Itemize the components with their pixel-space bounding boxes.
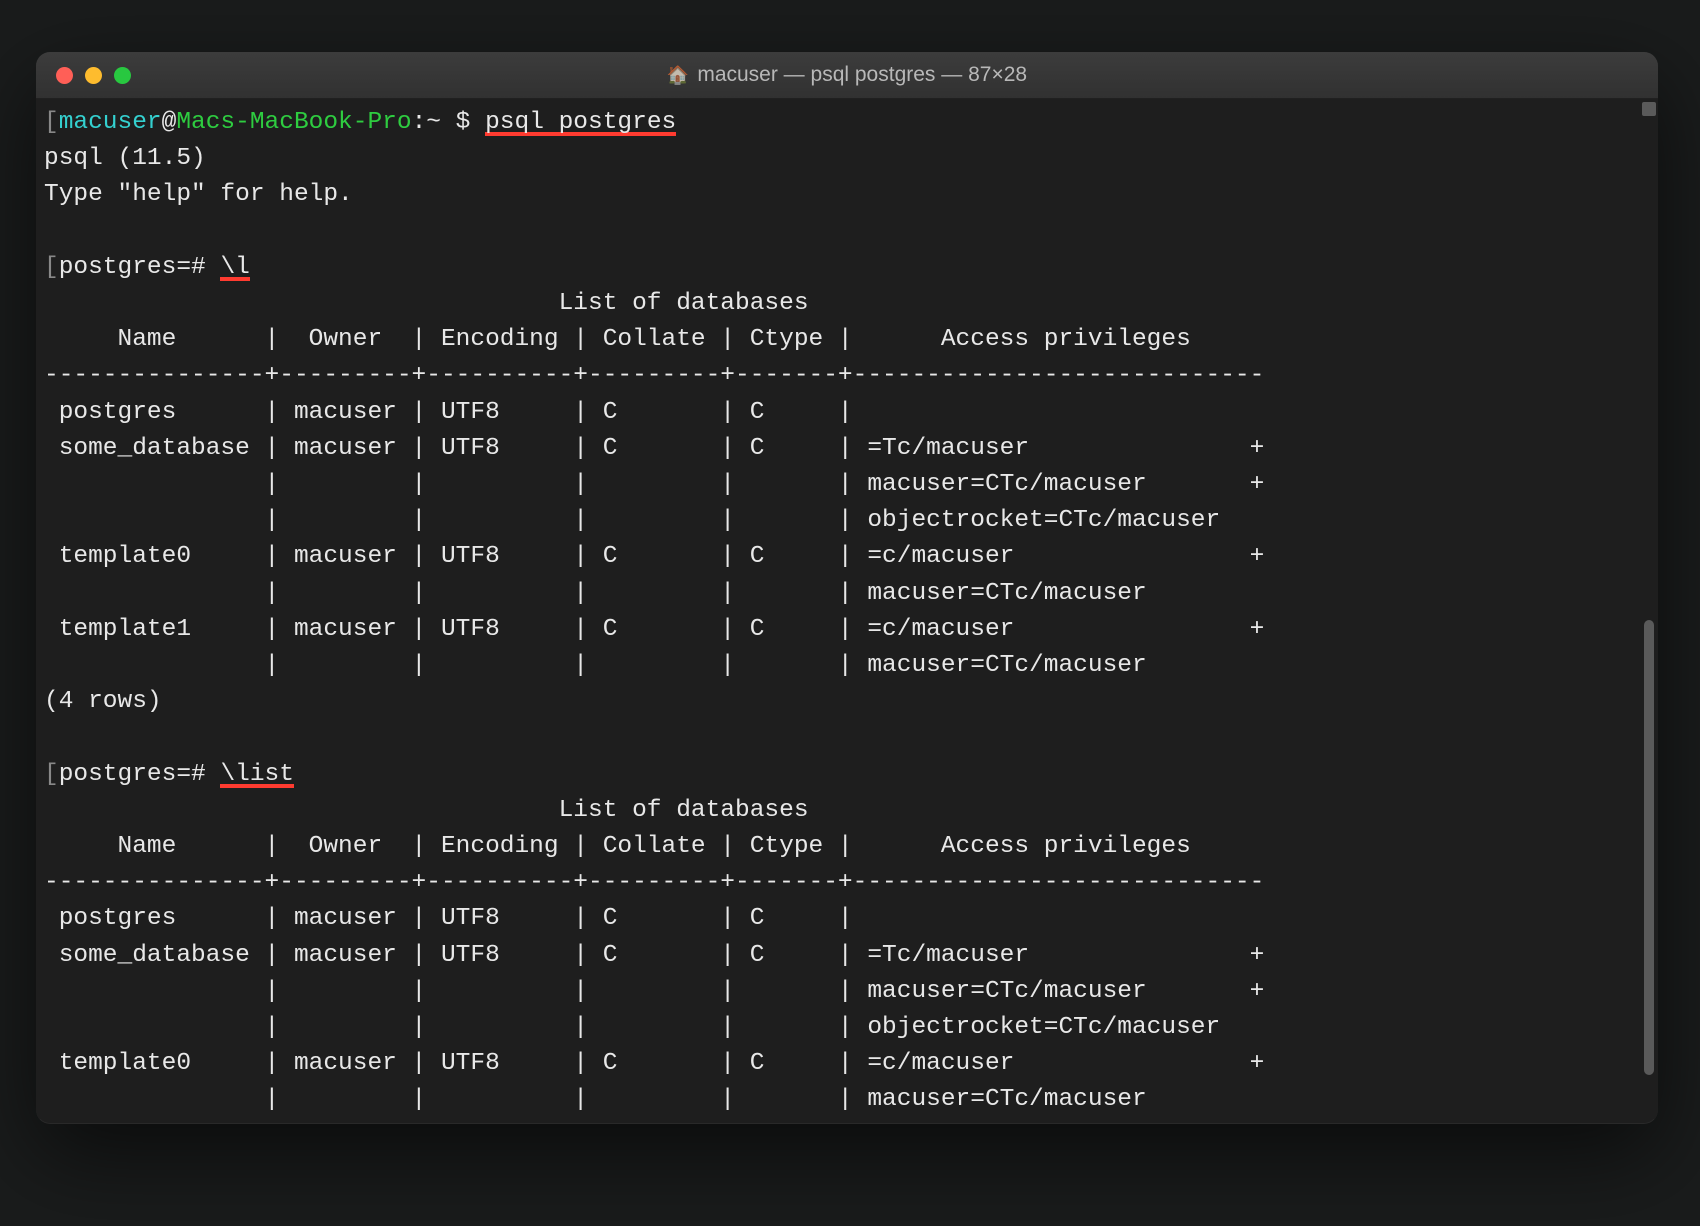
table-row: | | | | | macuser=CTc/macuser — [44, 580, 1147, 607]
table-row: template0 | macuser | UTF8 | C | C | =c/… — [44, 1050, 1264, 1077]
table-row: | | | | | objectrocket=CTc/macuser — [44, 1014, 1220, 1041]
table-row: some_database | macuser | UTF8 | C | C |… — [44, 435, 1264, 462]
table2-title: List of databases — [44, 797, 809, 824]
psql-version: psql (11.5) — [44, 145, 206, 172]
terminal-window: 🏠 macuser — psql postgres — 87×28 [macus… — [36, 52, 1658, 1124]
scrollbar-track[interactable] — [1640, 100, 1656, 1124]
psql-help-hint: Type "help" for help. — [44, 181, 353, 208]
table-row: | | | | | macuser=CTc/macuser — [44, 652, 1147, 679]
table1-divider: ---------------+---------+----------+---… — [44, 362, 1264, 389]
prompt-dir: ~ — [426, 109, 441, 136]
table-row: some_database | macuser | UTF8 | C | C |… — [44, 942, 1264, 969]
table-row: | | | | | macuser=CTc/macuser + — [44, 978, 1264, 1005]
table2-divider: ---------------+---------+----------+---… — [44, 869, 1264, 896]
window-title-text: macuser — psql postgres — 87×28 — [697, 63, 1027, 87]
psql-prompt-db: postgres — [59, 254, 177, 281]
minimize-icon[interactable] — [85, 67, 102, 84]
home-icon: 🏠 — [667, 65, 689, 86]
table-row: template0 | macuser | UTF8 | C | C | =c/… — [44, 543, 1264, 570]
table2-header: Name | Owner | Encoding | Collate | Ctyp… — [44, 833, 1264, 860]
titlebar[interactable]: 🏠 macuser — psql postgres — 87×28 — [36, 52, 1658, 99]
table-row: | | | | | objectrocket=CTc/macuser — [44, 507, 1220, 534]
traffic-lights — [56, 67, 131, 84]
close-icon[interactable] — [56, 67, 73, 84]
psql-prompt-db: postgres — [59, 761, 177, 788]
table1-header: Name | Owner | Encoding | Collate | Ctyp… — [44, 326, 1264, 353]
terminal-content[interactable]: [macuser@Macs-MacBook-Pro:~ $ psql postg… — [36, 99, 1658, 1119]
command-list-short: \l — [220, 254, 249, 281]
table-row: postgres | macuser | UTF8 | C | C | — [44, 399, 867, 426]
terminal-output[interactable]: [macuser@Macs-MacBook-Pro:~ $ psql postg… — [36, 99, 1658, 1119]
prompt-user: macuser — [59, 109, 162, 136]
window-title: 🏠 macuser — psql postgres — 87×28 — [36, 63, 1658, 87]
psql-prompt-sym: =# — [176, 761, 205, 788]
table-row: postgres | macuser | UTF8 | C | C | — [44, 905, 867, 932]
command-list-long: \list — [220, 761, 294, 788]
table1-title: List of databases — [44, 290, 809, 317]
table1-footer: (4 rows) — [44, 688, 162, 715]
scrollbar-top-icon[interactable] — [1642, 102, 1656, 116]
psql-prompt-sym: =# — [176, 254, 205, 281]
table-row: | | | | | macuser=CTc/macuser — [44, 1086, 1147, 1113]
table-row: template1 | macuser | UTF8 | C | C | =c/… — [44, 616, 1264, 643]
scrollbar-thumb[interactable] — [1644, 620, 1654, 1075]
prompt-host: Macs-MacBook-Pro — [176, 109, 411, 136]
command-psql: psql postgres — [485, 109, 676, 136]
zoom-icon[interactable] — [114, 67, 131, 84]
table-row: | | | | | macuser=CTc/macuser + — [44, 471, 1264, 498]
